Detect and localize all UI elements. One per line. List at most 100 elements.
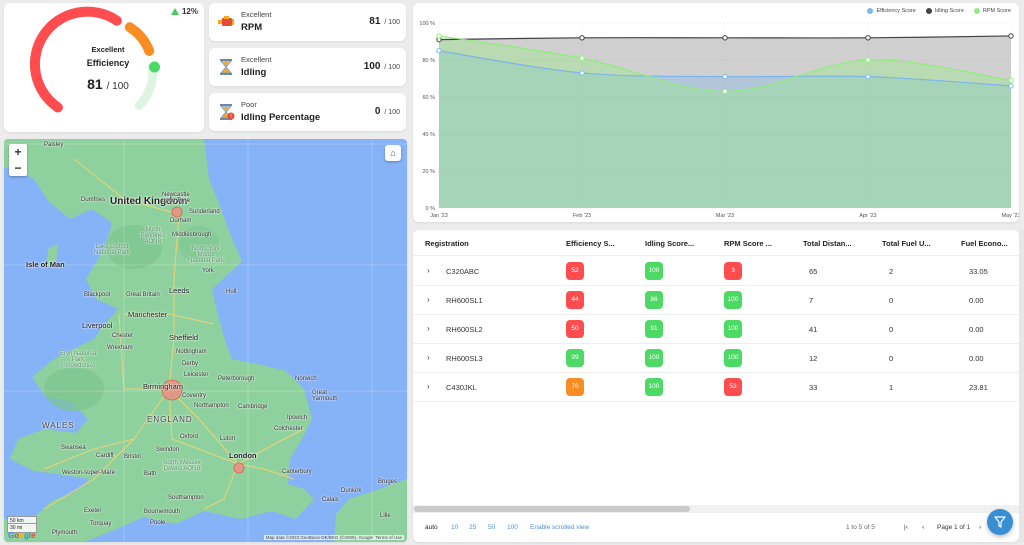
table-row[interactable]: › RH600SL1 44 86 100 7 0 0.00 [413, 286, 1019, 315]
y-tick-label: 100 % [419, 21, 435, 27]
table-row[interactable]: › RH600SL3 99 100 100 12 0 0.00 [413, 344, 1019, 373]
column-header-rpm[interactable]: RPM Score ... [724, 239, 772, 248]
trend-indicator: 12% [170, 7, 198, 16]
metric-score-max: / 100 [384, 19, 400, 26]
page-size-50[interactable]: 50 [488, 524, 495, 531]
horizontal-scrollbar[interactable] [413, 505, 1019, 513]
map-label: Derby [182, 361, 199, 367]
map-label: Cambridge [238, 404, 268, 410]
column-header-fuel-used[interactable]: Total Fuel U... [882, 239, 931, 248]
map-label: Ipswich [287, 415, 308, 421]
fuel-used-cell: 0 [889, 325, 894, 334]
metric-score-value: 0 [374, 106, 381, 117]
scores-area-chart: 0 % 20 % 40 % 60 % 80 % 100 % Jan '23 Feb '23 M… [419, 21, 1019, 219]
table-row[interactable]: › C320ABC 52 100 3 65 2 33.05 [413, 257, 1019, 286]
map-label: Eryri National Park (Snowdonia) [59, 351, 96, 369]
map-label: Newcastle upon Tyne [162, 192, 190, 204]
metric-card-idling-percentage: ! Poor Idling Percentage 0/ 100 [209, 93, 406, 131]
fuel-economy-cell: 0.00 [969, 325, 984, 334]
idling-score-badge: 100 [645, 262, 663, 280]
home-icon: ⌂ [390, 148, 396, 158]
column-header-distance[interactable]: Total Distan... [803, 239, 852, 248]
enable-scrolled-view-link[interactable]: Enable scrolled view [530, 524, 589, 531]
legend-item-efficiency[interactable]: Efficiency Score [867, 8, 916, 14]
column-header-registration[interactable]: Registration [425, 239, 469, 248]
column-header-fuel-economy[interactable]: Fuel Econo... [961, 239, 1008, 248]
map-label: Lille [380, 513, 391, 519]
expand-row-icon[interactable]: › [427, 353, 430, 362]
trend-value: 12% [181, 7, 198, 16]
vehicle-scores-table: Registration Efficiency S... Idling Scor… [413, 230, 1019, 542]
table-row[interactable]: › RH600SL2 50 91 100 41 0 0.00 [413, 315, 1019, 344]
map-view[interactable]: Paisley Dumfries United Kingdom Newcastl… [4, 139, 407, 542]
first-page-button[interactable]: |‹ [904, 524, 908, 531]
legend-label: Efficiency Score [876, 8, 916, 14]
page-size-25[interactable]: 25 [469, 524, 476, 531]
map-label: Wrexham [107, 345, 133, 351]
expand-row-icon[interactable]: › [427, 266, 430, 275]
legend-item-idling[interactable]: Idling Score [925, 8, 964, 14]
y-tick-label: 40 % [422, 132, 435, 138]
page-range: 1 to 5 of 5 [846, 524, 875, 531]
column-header-idling[interactable]: Idling Score... [645, 239, 694, 248]
map-label: Exeter [84, 508, 102, 514]
registration-cell: RH600SL3 [446, 354, 483, 363]
distance-cell: 65 [809, 267, 818, 276]
legend-item-rpm[interactable]: RPM Score [973, 8, 1011, 14]
map-label: Peterborough [218, 376, 255, 382]
gauge-rating: Excellent [91, 45, 125, 54]
map-label: Cardiff [96, 453, 114, 459]
fuel-used-cell: 2 [889, 267, 894, 276]
expand-row-icon[interactable]: › [427, 382, 430, 391]
metric-score: 81/ 100 [369, 16, 400, 27]
map-label: Dumfries [81, 197, 106, 203]
legend-dot [867, 8, 874, 14]
map-canvas[interactable] [4, 139, 407, 542]
filter-button[interactable] [987, 509, 1013, 535]
metric-card-idling: Excellent Idling 100/ 100 [209, 48, 406, 86]
fuel-used-cell: 0 [889, 354, 894, 363]
expand-row-icon[interactable]: › [427, 295, 430, 304]
metric-score-max: / 100 [384, 109, 400, 116]
data-point [1008, 33, 1014, 39]
table-row[interactable]: › C430JKL 76 100 53 33 1 23.81 [413, 373, 1019, 402]
terms-link[interactable]: Terms of Use [375, 535, 402, 540]
zoom-out-button[interactable]: − [9, 160, 27, 176]
expand-row-icon[interactable]: › [427, 324, 430, 333]
page-size-auto[interactable]: auto [425, 524, 438, 531]
fuel-used-cell: 1 [889, 383, 894, 392]
prev-page-button[interactable]: ‹ [922, 524, 924, 531]
page-size-100[interactable]: 100 [507, 524, 518, 531]
data-point [722, 35, 728, 41]
map-label: ENGLAND [147, 415, 193, 424]
idling-score-badge: 86 [645, 291, 663, 309]
map-label: Leicester [184, 372, 209, 378]
map-label: Colchester [274, 426, 303, 432]
map-label: North Pennines AONB [140, 227, 166, 245]
x-tick-label: Jan '23 [430, 213, 448, 219]
rpm-score-badge: 53 [724, 378, 742, 396]
vertical-scrollbar[interactable] [1019, 230, 1024, 542]
map-label-uk: United Kingdom [110, 196, 188, 207]
efficiency-score-badge: 99 [566, 349, 584, 367]
map-label: Lake District National Park [93, 244, 131, 256]
zoom-in-button[interactable]: + [9, 144, 27, 160]
distance-cell: 7 [809, 296, 814, 305]
page-size-10[interactable]: 10 [451, 524, 458, 531]
fuel-used-cell: 0 [889, 296, 894, 305]
scrollbar-thumb[interactable] [414, 506, 690, 512]
registration-cell: C430JKL [446, 383, 477, 392]
data-point [579, 55, 585, 61]
map-label: London [229, 451, 257, 460]
fuel-economy-cell: 23.81 [969, 383, 988, 392]
next-page-button[interactable]: › [979, 524, 981, 531]
fuel-economy-cell: 33.05 [969, 267, 988, 276]
x-tick-label: May '23 [1001, 213, 1019, 219]
map-label: Isle of Man [26, 260, 65, 269]
map-label: Coventry [182, 393, 207, 399]
map-home-button[interactable]: ⌂ [385, 145, 401, 161]
column-header-efficiency[interactable]: Efficiency S... [566, 239, 615, 248]
map-label: Nottingham [176, 349, 207, 355]
data-point [865, 35, 871, 41]
x-tick-label: Apr '23 [859, 213, 876, 219]
